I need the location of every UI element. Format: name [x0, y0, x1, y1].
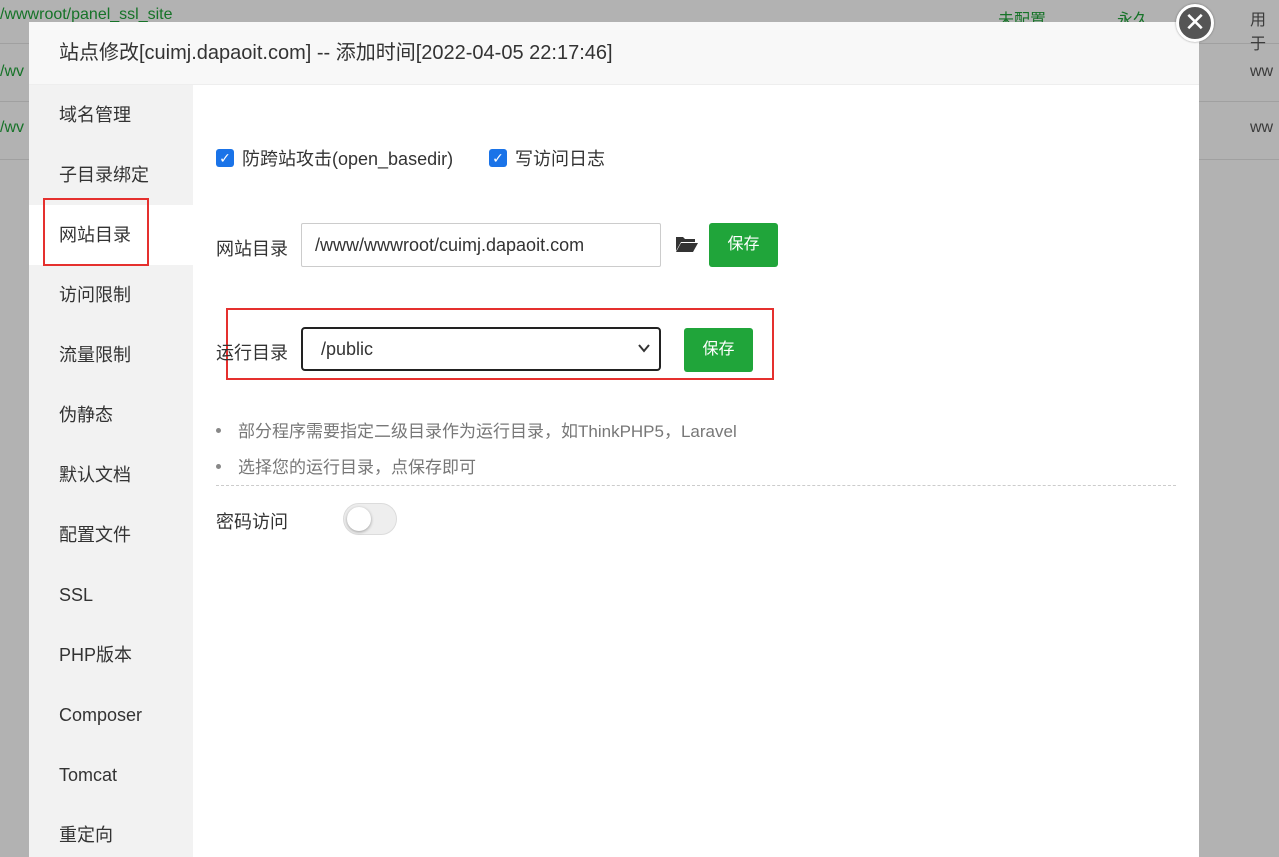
sidebar-item-domain[interactable]: 域名管理: [29, 85, 193, 145]
sidebar-item-config-file[interactable]: 配置文件: [29, 505, 193, 565]
run-dir-save-button[interactable]: 保存: [684, 328, 753, 372]
chevron-down-icon: [638, 344, 650, 353]
tip-text: 选择您的运行目录，点保存即可: [238, 458, 476, 477]
annotation-highlight-box: [43, 198, 149, 266]
sidebar-item-redirect[interactable]: 重定向: [29, 805, 193, 857]
sidebar-item-access-limit[interactable]: 访问限制: [29, 265, 193, 325]
bullet-icon: [216, 464, 221, 470]
tip-item: 部分程序需要指定二级目录作为运行目录，如ThinkPHP5，Laravel: [216, 417, 737, 442]
site-dir-input[interactable]: /www/wwwroot/cuimj.dapaoit.com: [301, 223, 661, 267]
site-dir-label: 网站目录: [216, 239, 288, 259]
site-dir-save-button[interactable]: 保存: [709, 223, 778, 267]
bullet-icon: [216, 428, 221, 434]
site-dir-panel: ✓ 防跨站攻击(open_basedir) ✓ 写访问日志 网站目录 /www/…: [193, 85, 1199, 857]
site-edit-dialog: 站点修改[cuimj.dapaoit.com] -- 添加时间[2022-04-…: [29, 22, 1199, 857]
run-dir-label: 运行目录: [216, 343, 288, 363]
sidebar-item-rewrite[interactable]: 伪静态: [29, 385, 193, 445]
password-access-toggle[interactable]: [343, 503, 397, 535]
password-access-label: 密码访问: [216, 512, 288, 532]
sidebar-item-subdir-binding[interactable]: 子目录绑定: [29, 145, 193, 205]
divider: [216, 485, 1176, 486]
anti-xss-option[interactable]: ✓ 防跨站攻击(open_basedir): [216, 147, 453, 169]
run-dir-selected-value: /public: [321, 339, 374, 359]
sidebar-item-default-doc[interactable]: 默认文档: [29, 445, 193, 505]
sidebar-item-ssl[interactable]: SSL: [29, 565, 193, 625]
close-dialog-button[interactable]: ✕: [1176, 4, 1214, 42]
access-log-checkbox[interactable]: ✓: [489, 149, 507, 167]
tip-item: 选择您的运行目录，点保存即可: [216, 453, 476, 478]
toggle-knob: [347, 507, 371, 531]
access-log-label: 写访问日志: [515, 149, 605, 169]
sidebar-item-composer[interactable]: Composer: [29, 685, 193, 745]
sidebar-item-php-version[interactable]: PHP版本: [29, 625, 193, 685]
tip-text: 部分程序需要指定二级目录作为运行目录，如ThinkPHP5，Laravel: [238, 422, 737, 441]
access-log-option[interactable]: ✓ 写访问日志: [489, 147, 605, 169]
anti-xss-label: 防跨站攻击(open_basedir): [242, 149, 454, 169]
dialog-title: 站点修改[cuimj.dapaoit.com] -- 添加时间[2022-04-…: [29, 22, 1199, 85]
sidebar-item-traffic-limit[interactable]: 流量限制: [29, 325, 193, 385]
run-dir-select[interactable]: /public: [301, 327, 661, 371]
folder-open-icon[interactable]: [675, 235, 699, 253]
sidebar-item-tomcat[interactable]: Tomcat: [29, 745, 193, 805]
anti-xss-checkbox[interactable]: ✓: [216, 149, 234, 167]
